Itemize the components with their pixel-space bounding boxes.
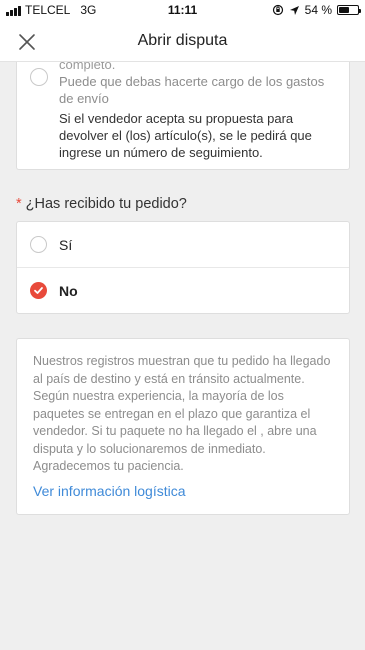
radio-unchecked-icon — [30, 236, 47, 253]
orientation-lock-icon — [272, 4, 283, 16]
logistics-info-link[interactable]: Ver información logística — [33, 483, 186, 499]
question-title: * ¿Has recibido tu pedido? — [16, 196, 187, 212]
answer-label-yes: Sí — [59, 237, 73, 253]
checkmark-icon — [34, 287, 43, 294]
answers-card: Sí No — [16, 221, 350, 314]
required-mark: * — [16, 196, 22, 212]
option-info: Si el vendedor acepta su propuesta para … — [59, 111, 312, 160]
battery-icon — [337, 5, 361, 15]
location-icon — [289, 5, 299, 15]
shipping-info-card: Nuestros registros muestran que tu pedid… — [16, 338, 350, 515]
answer-option-yes[interactable]: Sí — [17, 222, 349, 268]
status-bar: TELCEL 3G 11:11 54 % — [0, 0, 365, 20]
answer-label-no: No — [59, 283, 78, 299]
status-right: 54 % — [272, 3, 361, 17]
option-description: Puede que debas hacerte cargo de los gas… — [59, 74, 325, 106]
option-radio[interactable] — [30, 68, 48, 86]
question-text: ¿Has recibido tu pedido? — [25, 196, 187, 212]
radio-checked-icon — [30, 282, 47, 299]
battery-level — [339, 7, 349, 13]
shipping-info-text: Nuestros registros muestran que tu pedid… — [33, 354, 331, 473]
page-title: Abrir disputa — [137, 32, 228, 49]
battery-percent: 54 % — [304, 3, 332, 17]
answer-option-no[interactable]: No — [17, 268, 349, 314]
return-option-card[interactable]: completo. Puede que debas hacerte cargo … — [16, 52, 350, 170]
nav-bar: Abrir disputa — [0, 20, 365, 62]
